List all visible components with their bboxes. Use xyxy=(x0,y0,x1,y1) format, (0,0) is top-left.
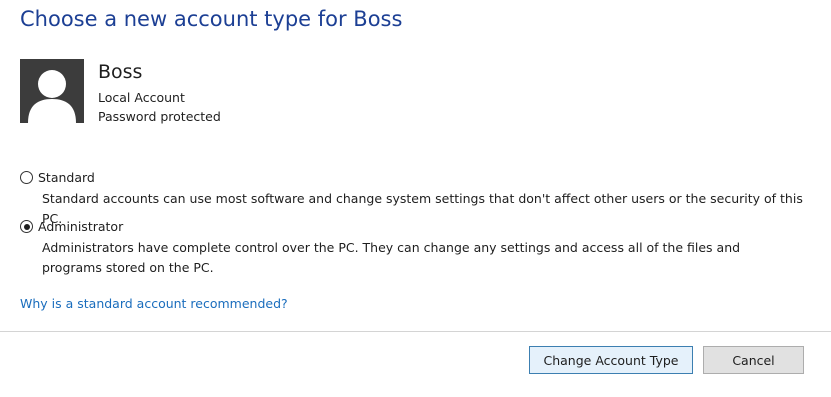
user-avatar-icon xyxy=(20,59,84,123)
administrator-option[interactable]: Administrator xyxy=(20,219,123,234)
account-kind: Local Account xyxy=(98,90,185,105)
help-link[interactable]: Why is a standard account recommended? xyxy=(20,296,288,311)
administrator-radio[interactable] xyxy=(20,220,33,233)
cancel-button[interactable]: Cancel xyxy=(703,346,804,374)
user-name: Boss xyxy=(98,61,143,83)
footer-divider xyxy=(0,331,831,332)
change-account-type-button[interactable]: Change Account Type xyxy=(529,346,693,374)
standard-label[interactable]: Standard xyxy=(38,170,95,185)
standard-radio[interactable] xyxy=(20,171,33,184)
administrator-description: Administrators have complete control ove… xyxy=(42,240,741,275)
standard-description: Standard accounts can use most software … xyxy=(42,191,803,226)
account-security: Password protected xyxy=(98,109,221,124)
standard-option[interactable]: Standard xyxy=(20,170,95,185)
dialog-title: Choose a new account type for Boss xyxy=(20,7,403,31)
administrator-label[interactable]: Administrator xyxy=(38,219,123,234)
